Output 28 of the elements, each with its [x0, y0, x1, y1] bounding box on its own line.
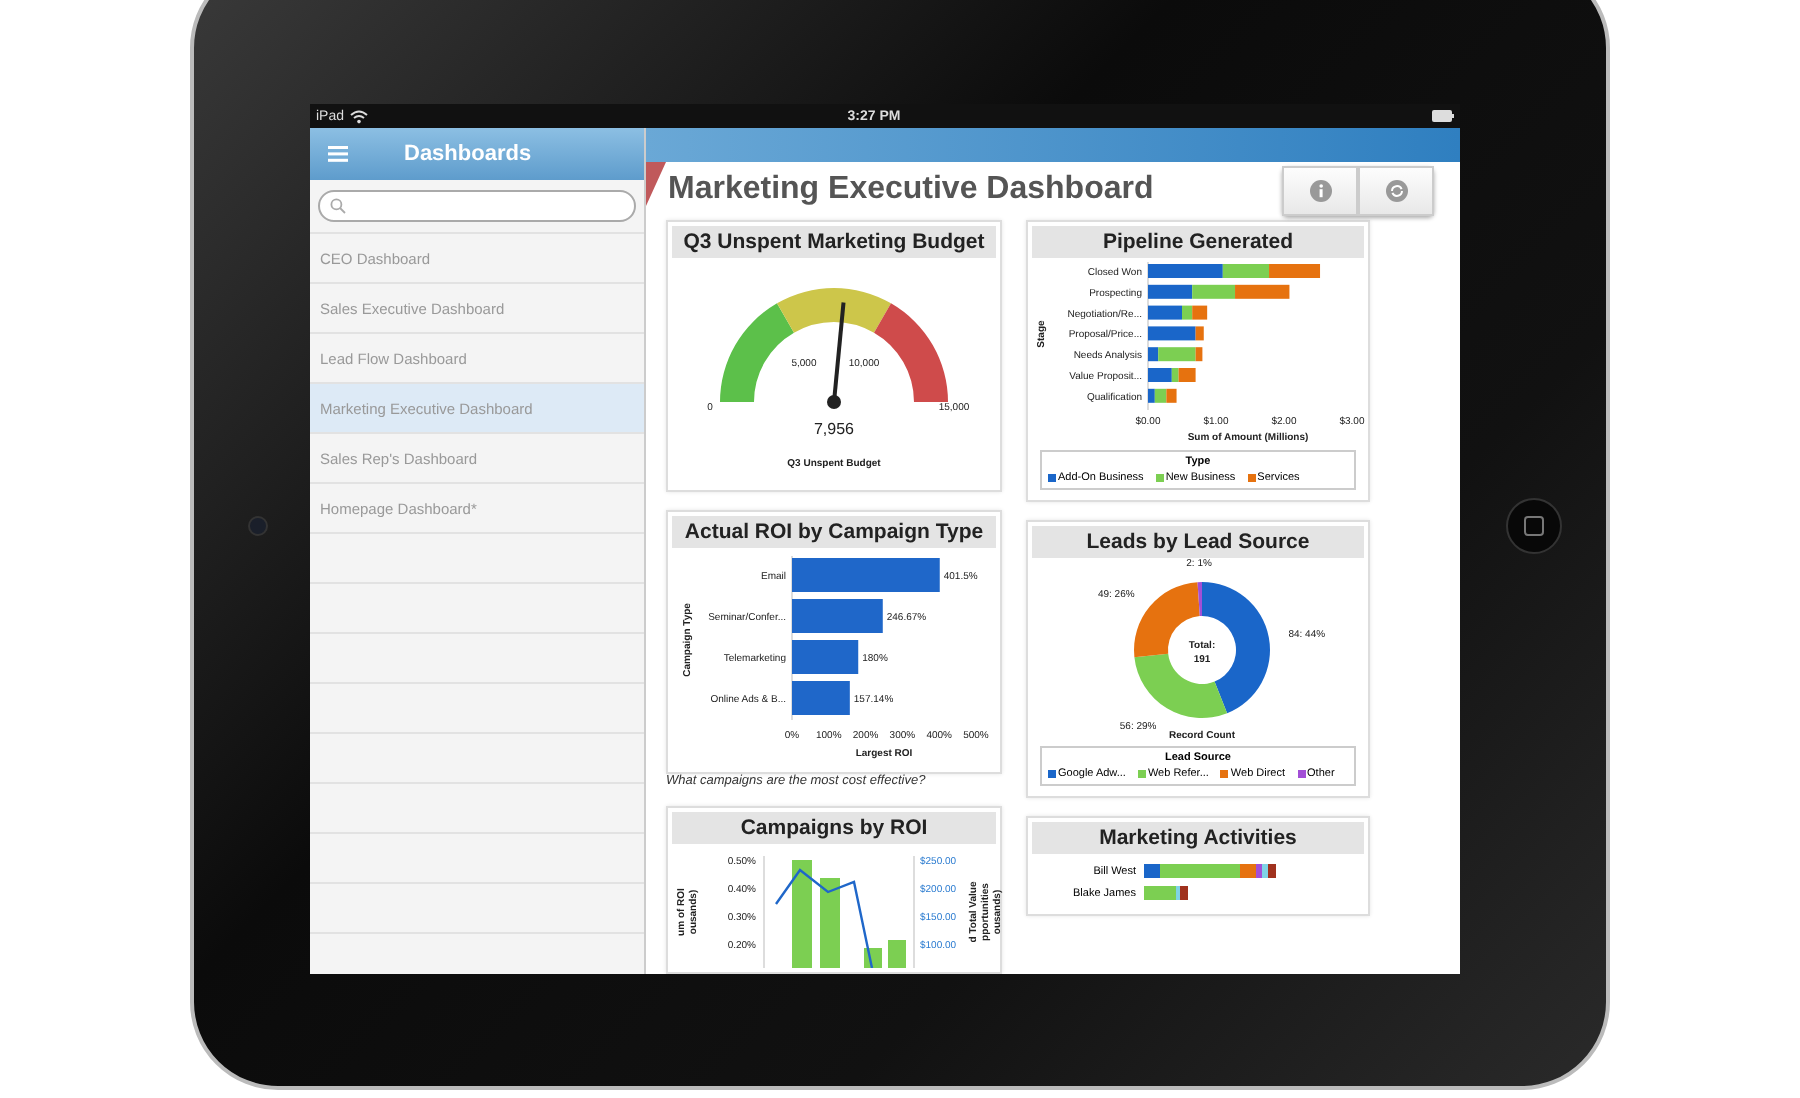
card-title: Pipeline Generated — [1032, 226, 1364, 258]
card-title: Campaigns by ROI — [672, 812, 996, 844]
corner-ribbon — [646, 161, 666, 206]
sidebar-title: Dashboards — [404, 142, 532, 166]
roi-bar — [792, 640, 859, 674]
roi-bar — [792, 681, 850, 715]
card-title: Q3 Unspent Marketing Budget — [672, 226, 996, 258]
refresh-button[interactable] — [1358, 165, 1434, 216]
card-title: Leads by Lead Source — [1032, 526, 1364, 558]
gauge-value: 7,956 — [813, 420, 855, 438]
menu-icon[interactable] — [328, 146, 348, 162]
refresh-icon — [1385, 179, 1407, 202]
wifi-icon — [350, 109, 369, 123]
search-icon — [330, 198, 346, 214]
home-button[interactable] — [1505, 497, 1561, 553]
dashboard-title: Marketing Executive Dashboard — [668, 172, 1156, 209]
card-title: Marketing Activities — [1032, 822, 1364, 854]
gauge-low-band — [720, 303, 794, 402]
info-icon — [1309, 179, 1331, 202]
stacked-bar-drawing — [1144, 886, 1188, 900]
card-title: Actual ROI by Campaign Type — [672, 516, 996, 548]
stacked-bar-drawing — [1144, 864, 1276, 878]
info-button[interactable] — [1282, 165, 1358, 216]
gauge-mid-band — [777, 288, 891, 333]
camera-icon — [248, 515, 268, 535]
battery-icon — [1432, 110, 1454, 122]
search-field[interactable] — [318, 190, 636, 222]
roi-bar — [792, 599, 883, 633]
